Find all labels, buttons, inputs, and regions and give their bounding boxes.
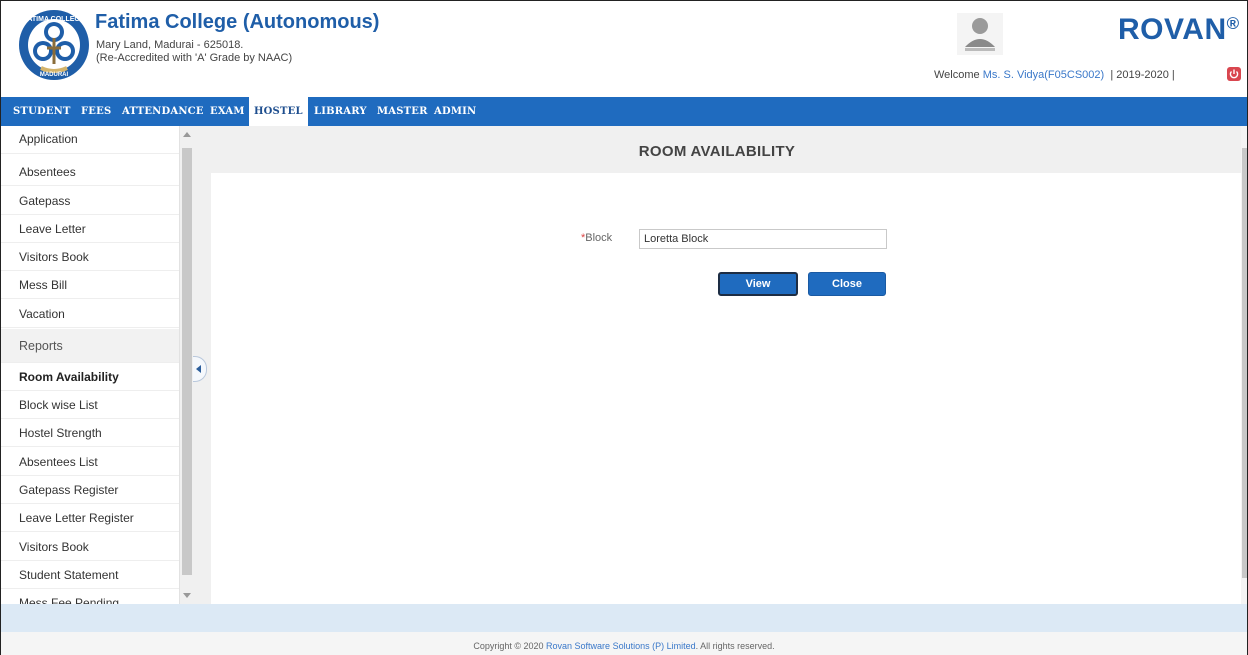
svg-text:MADURAI: MADURAI bbox=[40, 72, 69, 78]
separator: | bbox=[1110, 69, 1114, 81]
sidebar-item-student-statement[interactable]: Student Statement bbox=[1, 561, 179, 589]
college-logo: FATIMA COLLEGE MADURAI bbox=[17, 8, 91, 82]
main-nav: STUDENT FEES ATTENDANCE EXAM HOSTEL LIBR… bbox=[1, 97, 1247, 126]
footer-band bbox=[1, 604, 1247, 632]
nav-fees[interactable]: FEES bbox=[81, 97, 111, 126]
company-link[interactable]: Rovan Software Solutions (P) Limited bbox=[546, 641, 696, 651]
college-address: Mary Land, Madurai - 625018. bbox=[96, 39, 244, 51]
nav-exam[interactable]: EXAM bbox=[210, 97, 245, 126]
svg-text:FATIMA COLLEGE: FATIMA COLLEGE bbox=[23, 16, 84, 23]
content-scrollbar[interactable] bbox=[1241, 126, 1247, 604]
sidebar-item-room-availability[interactable]: Room Availability bbox=[1, 363, 179, 391]
welcome-user-link[interactable]: Ms. S. Vidya(F05CS002) bbox=[983, 69, 1104, 81]
nav-hostel[interactable]: HOSTEL bbox=[249, 97, 308, 126]
view-button[interactable]: View bbox=[718, 272, 798, 296]
sidebar-item-vacation[interactable]: Vacation bbox=[1, 300, 179, 328]
page-title: ROOM AVAILABILITY bbox=[638, 143, 796, 160]
sidebar-item-absentees[interactable]: Absentees bbox=[1, 158, 179, 186]
sidebar-item-gatepass-register[interactable]: Gatepass Register bbox=[1, 476, 179, 504]
content-scroll-thumb[interactable] bbox=[1242, 148, 1247, 578]
form-panel: *Block View Close bbox=[211, 173, 1241, 604]
sidebar-item-leave-letter[interactable]: Leave Letter bbox=[1, 215, 179, 243]
block-input[interactable] bbox=[639, 229, 887, 249]
sidebar-item-leave-letter-register[interactable]: Leave Letter Register bbox=[1, 504, 179, 532]
nav-admin[interactable]: ADMIN bbox=[434, 97, 476, 126]
nav-library[interactable]: LIBRARY bbox=[314, 97, 367, 126]
sidebar-item-visitors-book[interactable]: Visitors Book bbox=[1, 243, 179, 271]
separator: | bbox=[1171, 69, 1175, 81]
welcome-line: Welcome Ms. S. Vidya(F05CS002) | 2019-20… bbox=[934, 69, 1175, 81]
welcome-prefix: Welcome bbox=[934, 69, 980, 81]
app-window: FATIMA COLLEGE MADURAI Fatima College (A… bbox=[0, 0, 1248, 655]
sidebar-item-absentees-list[interactable]: Absentees List bbox=[1, 448, 179, 476]
copyright-suffix: . All rights reserved. bbox=[695, 641, 775, 651]
copyright-prefix: Copyright © 2020 bbox=[473, 641, 547, 651]
academic-year[interactable]: 2019-2020 bbox=[1116, 69, 1169, 81]
sidebar: Application Absentees Gatepass Leave Let… bbox=[1, 126, 179, 604]
scroll-down-icon[interactable] bbox=[183, 593, 191, 598]
user-avatar-icon[interactable] bbox=[957, 13, 1003, 55]
header: FATIMA COLLEGE MADURAI Fatima College (A… bbox=[1, 1, 1247, 97]
scroll-up-icon[interactable] bbox=[183, 132, 191, 137]
college-name: Fatima College (Autonomous) bbox=[95, 11, 380, 33]
close-button[interactable]: Close bbox=[808, 272, 886, 296]
block-label: *Block bbox=[581, 232, 613, 244]
college-accreditation: (Re-Accredited with 'A' Grade by NAAC) bbox=[96, 52, 293, 64]
sidebar-item-visitors-book-report[interactable]: Visitors Book bbox=[1, 533, 179, 561]
nav-attendance[interactable]: ATTENDANCE bbox=[122, 97, 204, 126]
sidebar-item-mess-fee-pending[interactable]: Mess Fee Pending bbox=[1, 589, 179, 604]
sidebar-scrollbar[interactable] bbox=[179, 126, 193, 604]
sidebar-scroll-thumb[interactable] bbox=[182, 148, 192, 575]
sidebar-section-reports[interactable]: Reports bbox=[1, 329, 179, 363]
footer: Copyright © 2020 Rovan Software Solution… bbox=[1, 632, 1247, 655]
sidebar-item-mess-bill[interactable]: Mess Bill bbox=[1, 271, 179, 299]
sidebar-item-gatepass[interactable]: Gatepass bbox=[1, 187, 179, 215]
brand-logo: ROVAN® bbox=[1118, 13, 1240, 46]
nav-master[interactable]: MASTER bbox=[377, 97, 428, 126]
registered-mark: ® bbox=[1226, 14, 1240, 33]
nav-student[interactable]: STUDENT bbox=[13, 97, 71, 126]
sidebar-item-application[interactable]: Application bbox=[1, 130, 179, 154]
sidebar-item-block-wise-list[interactable]: Block wise List bbox=[1, 391, 179, 419]
sidebar-item-hostel-strength[interactable]: Hostel Strength bbox=[1, 419, 179, 447]
main-content: ROOM AVAILABILITY *Block View Close bbox=[193, 126, 1241, 604]
power-icon[interactable] bbox=[1227, 67, 1241, 81]
chevron-left-icon bbox=[196, 365, 201, 373]
